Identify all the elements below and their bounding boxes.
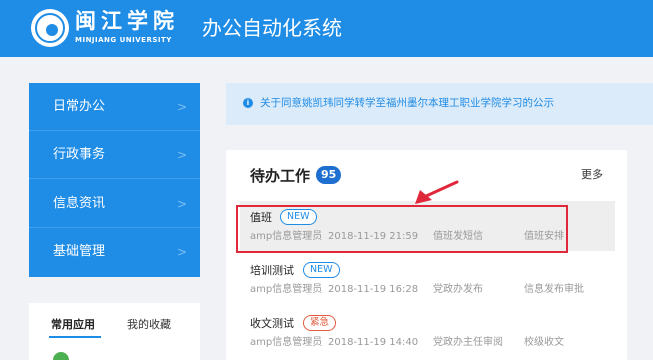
active-tab-indicator	[49, 336, 101, 338]
info-icon: i	[243, 98, 253, 108]
todo-count-badge: 95	[316, 166, 342, 184]
task-step: 党政办发布	[433, 284, 483, 295]
chevron-right-icon: >	[177, 100, 188, 114]
task-sender: amp信息管理员	[250, 284, 323, 295]
task-name[interactable]: 培训测试	[250, 263, 294, 279]
tab-my-favorites[interactable]: 我的收藏	[127, 317, 171, 333]
more-link[interactable]: 更多	[581, 167, 603, 183]
apps-panel: 常用应用 我的收藏	[29, 303, 200, 360]
chevron-right-icon: >	[177, 197, 188, 211]
notice-bar: i 关于同意姚凯玮同学转学至福州墨尔本理工职业学院学习的公示	[226, 83, 653, 125]
tab-common-apps[interactable]: 常用应用	[51, 317, 95, 333]
todo-title: 待办工作	[250, 167, 311, 185]
task-name[interactable]: 收文测试	[250, 316, 294, 332]
sidebar-item-label: 日常办公	[53, 99, 106, 114]
chevron-right-icon: >	[177, 245, 188, 259]
university-name-cn: 闽江学院	[75, 8, 179, 33]
task-row[interactable]: 收文测试 紧急 amp信息管理员 2018-11-19 14:40 党政办主任审…	[240, 307, 615, 357]
sidebar-nav: 日常办公 > 行政事务 > 信息资讯 > 基础管理 >	[29, 83, 200, 277]
sidebar-item-daily-office[interactable]: 日常办公 >	[29, 83, 200, 131]
urgent-badge: 紧急	[303, 315, 337, 331]
task-step: 党政办主任审阅	[433, 337, 503, 348]
top-header: 闽江学院 MINJIANG UNIVERSITY 办公自动化系统	[0, 0, 653, 57]
sidebar-item-basic-management[interactable]: 基础管理 >	[29, 228, 200, 276]
sidebar-item-label: 行政事务	[53, 147, 106, 162]
task-time: 2018-11-19 14:40	[328, 337, 419, 348]
sidebar-item-information[interactable]: 信息资讯 >	[29, 180, 200, 228]
todo-panel: 待办工作 95 更多 值班 NEW amp信息管理员 2018-11-19 21…	[226, 150, 627, 360]
new-badge: NEW	[303, 262, 340, 278]
chevron-right-icon: >	[177, 148, 188, 162]
notice-link[interactable]: 关于同意姚凯玮同学转学至福州墨尔本理工职业学院学习的公示	[260, 96, 554, 111]
sidebar-item-admin-affairs[interactable]: 行政事务 >	[29, 131, 200, 179]
system-title: 办公自动化系统	[202, 16, 342, 40]
task-row[interactable]: 培训测试 NEW amp信息管理员 2018-11-19 16:28 党政办发布…	[240, 254, 615, 304]
task-process: 校级收文	[524, 337, 564, 348]
university-seal-logo	[31, 9, 69, 47]
task-sender: amp信息管理员	[250, 337, 323, 348]
annotation-highlight-box	[236, 205, 568, 253]
task-time: 2018-11-19 16:28	[328, 284, 419, 295]
sidebar-item-label: 基础管理	[53, 244, 106, 259]
university-name-en: MINJIANG UNIVERSITY	[75, 36, 172, 44]
sidebar-item-label: 信息资讯	[53, 196, 106, 211]
task-process: 信息发布审批	[524, 284, 584, 295]
